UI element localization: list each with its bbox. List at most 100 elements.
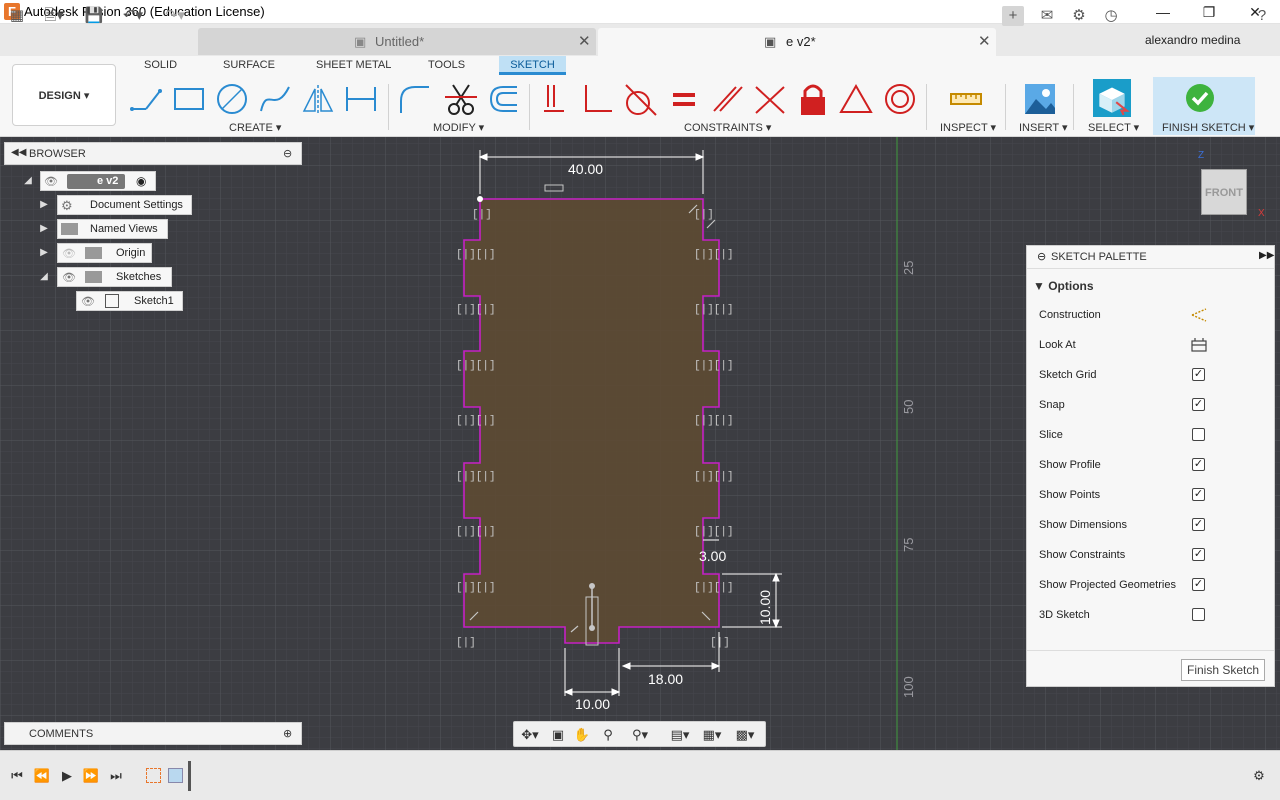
browser-node-named-views[interactable]: Named Views — [57, 219, 168, 239]
finish-sketch-menu[interactable]: FINISH SKETCH ▾ — [1162, 121, 1254, 134]
timeline-settings-gear-icon[interactable]: ⚙ — [1250, 767, 1268, 785]
timeline-feature-icon[interactable] — [168, 768, 183, 783]
file-menu-icon[interactable]: 🗎▾ — [38, 6, 70, 26]
sketch-point[interactable] — [477, 196, 483, 202]
show-points-checkbox[interactable]: ✓ — [1192, 488, 1205, 501]
collapse-icon[interactable]: ◢ — [38, 271, 50, 283]
expand-root-icon[interactable]: ◢ — [22, 175, 34, 187]
collinear-icon[interactable] — [752, 81, 788, 117]
mirror-icon[interactable] — [300, 81, 336, 117]
show-profile-checkbox[interactable]: ✓ — [1192, 458, 1205, 471]
tab-solid[interactable]: SOLID — [144, 59, 177, 71]
grid-settings-icon[interactable]: ▦▾ — [698, 726, 726, 744]
expand-icon[interactable]: ▶ — [38, 199, 50, 211]
fillet-icon[interactable] — [397, 81, 433, 117]
tab-tools[interactable]: TOOLS — [428, 59, 465, 71]
visibility-eye-icon[interactable]: 👁 — [62, 271, 76, 284]
step-back-icon[interactable]: ⏪ — [33, 767, 51, 785]
tab-sheet-metal[interactable]: SHEET METAL — [316, 59, 391, 71]
minimize-palette-icon[interactable]: ⊖ — [1037, 250, 1046, 263]
tab-untitled[interactable]: ▣ Untitled* ✕ — [198, 28, 596, 55]
workspace-switcher[interactable]: DESIGN ▾ — [12, 64, 116, 126]
browser-node-origin[interactable]: 👁 Origin — [57, 243, 152, 263]
minimize-button[interactable]: — — [1140, 2, 1186, 22]
trim-icon[interactable] — [443, 81, 479, 117]
save-icon[interactable]: 💾 — [84, 6, 104, 26]
minimize-browser-icon[interactable]: ⊖ — [283, 147, 292, 160]
show-projected-checkbox[interactable]: ✓ — [1192, 578, 1205, 591]
hidden-eye-icon[interactable]: 👁 — [62, 247, 76, 260]
sketch-grid-checkbox[interactable]: ✓ — [1192, 368, 1205, 381]
select-menu[interactable]: SELECT ▾ — [1088, 121, 1139, 134]
constraints-menu[interactable]: CONSTRAINTS ▾ — [684, 121, 771, 134]
visibility-eye-icon[interactable]: 👁 — [44, 175, 58, 188]
show-dimensions-checkbox[interactable]: ✓ — [1192, 518, 1205, 531]
options-section[interactable]: ▼ Options — [1033, 279, 1094, 293]
spline-icon[interactable] — [257, 81, 293, 117]
look-at-icon[interactable] — [1190, 337, 1208, 353]
rectangle-icon[interactable] — [171, 81, 207, 117]
zoom-icon[interactable]: ⚲ — [597, 726, 619, 744]
browser-node-sketch1[interactable]: 👁 Sketch1 — [76, 291, 183, 311]
go-to-start-icon[interactable]: ⏮ — [8, 767, 26, 785]
sketch-profile[interactable] — [463, 198, 720, 644]
browser-node-document-settings[interactable]: ⚙ Document Settings — [57, 195, 192, 215]
symmetry-icon[interactable] — [838, 81, 874, 117]
sketch-dimension-icon[interactable] — [343, 81, 379, 117]
perpendicular-icon[interactable] — [580, 81, 616, 117]
help-icon[interactable]: ? — [1253, 6, 1271, 26]
view-cube[interactable]: FRONT — [1201, 169, 1247, 215]
create-menu[interactable]: CREATE ▾ — [229, 121, 281, 134]
coincident-icon[interactable] — [538, 81, 574, 117]
history-icon[interactable]: ◷ — [1102, 6, 1120, 26]
modify-menu[interactable]: MODIFY ▾ — [433, 121, 484, 134]
construction-icon[interactable] — [1190, 307, 1208, 323]
activate-radio-icon[interactable]: ◉ — [136, 174, 146, 188]
undo-icon[interactable]: ↶▾ — [116, 6, 150, 26]
expand-palette-icon[interactable]: ▶▶ — [1259, 250, 1274, 261]
circle-icon[interactable] — [214, 81, 250, 117]
pan-icon[interactable]: ✋ — [572, 726, 592, 744]
parallel-icon[interactable] — [710, 81, 746, 117]
comments-panel[interactable]: COMMENTS ⊕ — [4, 722, 302, 745]
job-status-icon[interactable]: ✉ — [1038, 6, 1056, 26]
tab-e-v2[interactable]: ▣ e v2* ✕ — [598, 28, 996, 56]
new-tab-icon[interactable]: + — [1002, 6, 1024, 26]
redo-icon[interactable]: ↷▾ — [158, 6, 192, 26]
show-constraints-checkbox[interactable]: ✓ — [1192, 548, 1205, 561]
extensions-icon[interactable]: ⚙ — [1070, 6, 1088, 26]
browser-header[interactable]: ◀◀ BROWSER ⊖ — [4, 142, 302, 165]
expand-icon[interactable]: ▶ — [38, 247, 50, 259]
fit-icon[interactable]: ⚲▾ — [625, 726, 655, 744]
select-icon[interactable] — [1093, 79, 1131, 117]
equal-icon[interactable] — [666, 81, 702, 117]
go-to-end-icon[interactable]: ⏭ — [107, 767, 125, 785]
browser-root[interactable]: 👁 e v2 ◉ — [40, 171, 156, 191]
maximize-button[interactable]: ❐ — [1186, 2, 1232, 22]
slice-checkbox[interactable] — [1192, 428, 1205, 441]
fix-icon[interactable] — [795, 81, 831, 117]
tangent-icon[interactable] — [622, 81, 658, 117]
play-icon[interactable]: ▶ — [58, 767, 76, 785]
browser-node-sketches[interactable]: 👁 Sketches — [57, 267, 172, 287]
timeline-marker[interactable] — [188, 761, 191, 791]
display-settings-icon[interactable]: ▤▾ — [666, 726, 694, 744]
concentric-icon[interactable] — [882, 81, 918, 117]
snap-checkbox[interactable]: ✓ — [1192, 398, 1205, 411]
expand-icon[interactable]: ▶ — [38, 223, 50, 235]
finish-sketch-button[interactable]: Finish Sketch — [1181, 659, 1265, 681]
sketch-point[interactable] — [589, 583, 595, 589]
viewports-icon[interactable]: ▩▾ — [730, 726, 760, 744]
3d-sketch-checkbox[interactable] — [1192, 608, 1205, 621]
add-comment-icon[interactable]: ⊕ — [283, 727, 292, 740]
sketch-point[interactable] — [589, 625, 595, 631]
tab-surface[interactable]: SURFACE — [223, 59, 275, 71]
measure-icon[interactable] — [948, 81, 984, 117]
visibility-eye-icon[interactable]: 👁 — [81, 295, 95, 308]
insert-image-icon[interactable] — [1022, 81, 1058, 117]
line-icon[interactable] — [128, 81, 164, 117]
orbit-icon[interactable]: ✥▾ — [516, 726, 544, 744]
step-forward-icon[interactable]: ⏩ — [82, 767, 100, 785]
data-panel-icon[interactable]: ▦ — [8, 6, 26, 26]
inspect-menu[interactable]: INSPECT ▾ — [940, 121, 996, 134]
